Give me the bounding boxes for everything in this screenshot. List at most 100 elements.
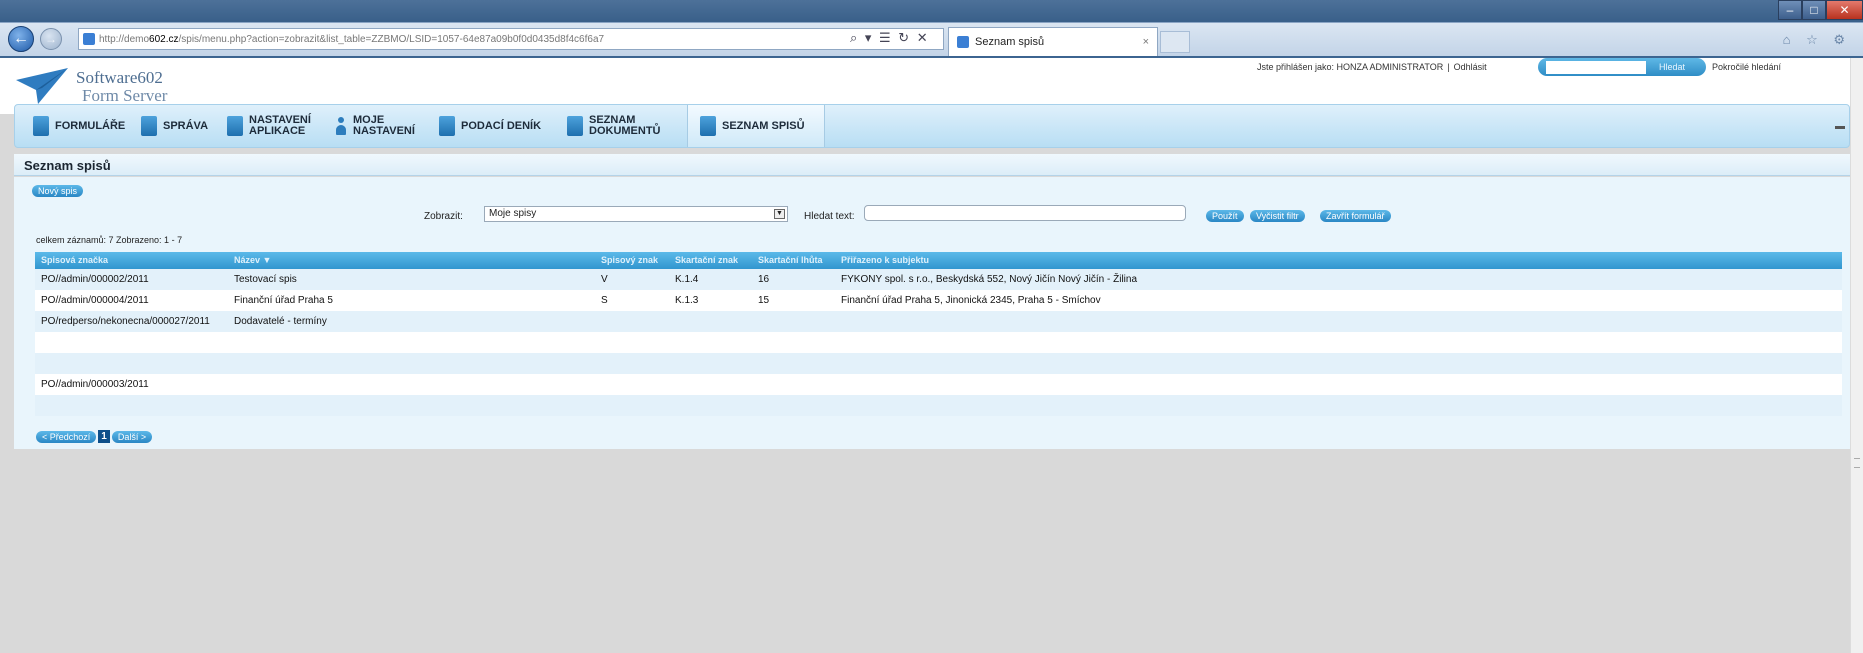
back-button[interactable]: ← — [8, 26, 34, 52]
column-header[interactable]: Spisový znak — [601, 255, 658, 265]
folder-icon — [141, 116, 157, 136]
document-icon — [33, 116, 49, 136]
search-text-input[interactable] — [864, 205, 1186, 221]
cell: 16 — [758, 274, 770, 285]
column-header[interactable]: Přiřazeno k subjektu — [841, 255, 929, 265]
logo-text-line1: Software602 — [76, 68, 163, 87]
nav-item-podaci-denik[interactable]: PODACÍ DENÍK — [439, 105, 541, 147]
close-form-button[interactable]: Zavřít formulář — [1320, 210, 1391, 222]
record-count: celkem záznamů: 7 Zobrazeno: 1 - 7 — [36, 235, 183, 245]
app-header: Software602 Form Server Jste přihlášen j… — [0, 58, 1850, 148]
nav-label: MOJE NASTAVENÍ — [353, 115, 415, 137]
cell: PO//admin/000002/2011 — [41, 274, 149, 285]
table-row[interactable]: PO//admin/000003/2011 — [35, 374, 1842, 395]
nav-label-line2: NASTAVENÍ — [353, 125, 415, 137]
cell: Dodavatelé - termíny — [234, 316, 327, 327]
nav-label-line2: DOKUMENTŮ — [589, 125, 661, 137]
maximize-button[interactable]: □ — [1802, 0, 1826, 20]
nav-item-moje-nastaveni[interactable]: MOJE NASTAVENÍ — [335, 105, 415, 147]
cell: V — [601, 274, 608, 285]
nav-collapse-icon[interactable]: ▬ — [1835, 121, 1845, 132]
cell: K.1.3 — [675, 295, 699, 306]
nav-item-nastaveni-aplikace[interactable]: NASTAVENÍ APLIKACE — [227, 105, 311, 147]
user-icon — [335, 116, 347, 136]
logout-link[interactable]: Odhlásit — [1454, 62, 1487, 72]
logo-text-line2: Form Server — [82, 86, 168, 105]
table-header: Spisová značka Název ▼ Spisový znak Skar… — [35, 252, 1842, 269]
filter-select[interactable]: Moje spisy ▼ — [484, 206, 788, 222]
close-window-button[interactable]: ✕ — [1826, 0, 1863, 20]
browser-tab[interactable]: Seznam spisů × — [948, 27, 1158, 56]
browser-tools-icon[interactable]: ⌂ ☆ ⚙ — [1783, 32, 1851, 48]
nav-item-seznam-spisu[interactable]: SEZNAM SPISŮ — [687, 105, 825, 147]
tab-close-icon[interactable]: × — [1143, 36, 1149, 48]
nav-label: SEZNAM DOKUMENTŮ — [589, 115, 661, 137]
cell: PO//admin/000003/2011 — [41, 379, 149, 390]
tab-favicon-icon — [957, 36, 969, 48]
nav-label-line2: APLIKACE — [249, 125, 306, 137]
nav-item-formulare[interactable]: FORMULÁŘE — [33, 105, 125, 147]
page-title: Seznam spisů — [24, 158, 111, 173]
documents-icon — [567, 116, 583, 136]
table-row[interactable] — [35, 332, 1842, 353]
clear-filter-button[interactable]: Vyčistit filtr — [1250, 210, 1305, 222]
filter-select-value: Moje spisy — [489, 208, 537, 219]
settings-icon — [227, 116, 243, 136]
cell: PO//admin/000004/2011 — [41, 295, 149, 306]
nav-item-sprava[interactable]: SPRÁVA — [141, 105, 208, 147]
filter-label: Zobrazit: — [424, 211, 463, 222]
browser-chrome: – □ ✕ ← → http://demo 602.cz/spis/menu.ph… — [0, 0, 1863, 58]
chevron-down-icon[interactable]: ▼ — [774, 209, 785, 219]
table-row[interactable] — [35, 395, 1842, 416]
file-list-icon — [700, 116, 716, 136]
url-rest: /spis/menu.php?action=zobrazit&list_tabl… — [178, 33, 605, 45]
cell: PO/redperso/nekonecna/000027/2011 — [41, 316, 210, 327]
next-page-button[interactable]: Další > — [111, 430, 153, 443]
cell: Finanční úřad Praha 5 — [234, 295, 333, 306]
column-header[interactable]: Název ▼ — [234, 255, 271, 265]
table-row[interactable]: PO//admin/000004/2011 Finanční úřad Prah… — [35, 290, 1842, 311]
nav-label: NASTAVENÍ APLIKACE — [249, 115, 311, 137]
journal-icon — [439, 116, 455, 136]
url-prefix: http://demo — [99, 33, 150, 45]
nav-label: FORMULÁŘE — [55, 119, 126, 132]
forward-button[interactable]: → — [40, 28, 62, 50]
site-favicon-icon — [83, 33, 95, 45]
current-page[interactable]: 1 — [98, 430, 110, 443]
app-area: Software602 Form Server Jste přihlášen j… — [0, 58, 1850, 653]
tab-title: Seznam spisů — [975, 36, 1045, 48]
address-tools-icon[interactable]: ⌕ ▾ ☰ ↻ ✕ — [850, 30, 930, 46]
nav-label: SPRÁVA — [163, 119, 209, 132]
new-tab-button[interactable] — [1160, 31, 1190, 53]
nav-item-seznam-dokumentu[interactable]: SEZNAM DOKUMENTŮ — [567, 105, 661, 147]
prev-page-button[interactable]: < Předchozí — [36, 430, 97, 443]
header-search-input[interactable] — [1546, 61, 1646, 74]
cell: K.1.4 — [675, 274, 699, 285]
list-panel: Seznam spisů Nový spis Zobrazit: Moje sp… — [14, 154, 1850, 653]
column-header[interactable]: Skartační znak — [675, 255, 738, 265]
cell: S — [601, 295, 608, 306]
address-bar[interactable]: http://demo 602.cz/spis/menu.php?action=z… — [78, 28, 944, 50]
pager: < Předchozí 1 Další > — [36, 430, 153, 443]
use-filter-button[interactable]: Použít — [1206, 210, 1244, 222]
search-text-label: Hledat text: — [804, 211, 855, 222]
table-row[interactable]: PO//admin/000002/2011 Testovací spis V K… — [35, 269, 1842, 290]
user-info: Jste přihlášen jako: HONZA ADMINISTRATOR… — [1257, 62, 1487, 72]
nav-label: PODACÍ DENÍK — [461, 119, 542, 132]
table-row[interactable]: PO/redperso/nekonecna/000027/2011 Dodava… — [35, 311, 1842, 332]
vertical-scrollbar[interactable] — [1850, 58, 1863, 653]
minimize-button[interactable]: – — [1778, 0, 1802, 20]
column-header[interactable]: Spisová značka — [41, 255, 108, 265]
new-file-button[interactable]: Nový spis — [32, 185, 84, 197]
logged-in-text: Jste přihlášen jako: HONZA ADMINISTRATOR — [1257, 62, 1444, 72]
column-header[interactable]: Skartační lhůta — [758, 255, 823, 265]
main-nav: FORMULÁŘE SPRÁVA NASTAVENÍ APLIKACE MOJE N… — [14, 104, 1850, 148]
advanced-search-link[interactable]: Pokročilé hledání — [1712, 62, 1781, 72]
cell: Testovací spis — [234, 274, 297, 285]
scrollbar-grip[interactable] — [1854, 458, 1860, 468]
table-row[interactable] — [35, 353, 1842, 374]
panel-title-bar: Seznam spisů — [14, 154, 1850, 176]
files-table: Spisová značka Název ▼ Spisový znak Skar… — [35, 252, 1842, 416]
cell: 15 — [758, 295, 770, 306]
header-search-button[interactable]: Hledat — [1650, 61, 1694, 73]
